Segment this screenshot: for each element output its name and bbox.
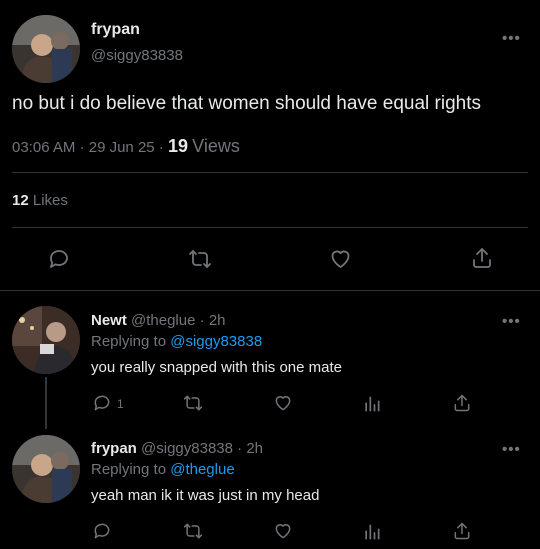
retweet-icon[interactable]: [188, 247, 212, 271]
replying-to: Replying to @theglue: [91, 461, 235, 478]
handle[interactable]: @siggy83838: [91, 47, 183, 64]
likes-stat[interactable]: 12 Likes: [12, 192, 68, 209]
separator: ·: [79, 139, 85, 156]
replying-to-label: Replying to: [91, 333, 167, 350]
views-icon[interactable]: [362, 394, 382, 414]
display-name[interactable]: frypan: [91, 21, 140, 39]
reply-icon[interactable]: [47, 247, 71, 271]
views-count: 19: [167, 136, 188, 156]
more-options-button[interactable]: •••: [502, 441, 521, 458]
retweet-icon[interactable]: [183, 393, 203, 413]
replying-to-label: Replying to: [91, 461, 167, 478]
separator: ·: [158, 139, 164, 156]
timestamp[interactable]: 2h: [209, 312, 226, 329]
divider: [12, 172, 528, 173]
avatar[interactable]: [12, 306, 80, 374]
reply-thread-line: [45, 377, 47, 429]
display-name[interactable]: frypan: [91, 440, 137, 457]
share-icon[interactable]: [470, 246, 494, 270]
tweet-time[interactable]: 03:06 AM: [12, 139, 75, 156]
handle[interactable]: @theglue: [131, 312, 195, 329]
tweet-date[interactable]: 29 Jun 25: [89, 139, 155, 156]
likes-label: Likes: [32, 192, 68, 209]
share-icon[interactable]: [452, 521, 472, 541]
likes-count: 12: [12, 192, 29, 209]
reply-header: frypan @siggy83838 · 2h: [91, 440, 263, 457]
display-name[interactable]: Newt: [91, 312, 127, 329]
views-label: Views: [192, 136, 240, 156]
tweet-meta: 03:06 AM · 29 Jun 25 · 19 Views: [12, 136, 240, 157]
divider: [12, 227, 528, 228]
separator: ·: [199, 312, 205, 329]
mention-link[interactable]: @theglue: [170, 461, 234, 478]
reply-text: yeah man ik it was just in my head: [91, 487, 320, 504]
replying-to: Replying to @siggy83838: [91, 333, 262, 350]
reply-header: Newt @theglue · 2h: [91, 312, 226, 329]
avatar[interactable]: [12, 435, 80, 503]
views-icon[interactable]: [362, 522, 382, 542]
avatar[interactable]: [12, 15, 80, 83]
reply-count: 1: [117, 397, 124, 411]
more-options-button[interactable]: •••: [502, 313, 521, 330]
heart-icon[interactable]: [273, 393, 293, 413]
mention-link[interactable]: @siggy83838: [170, 333, 262, 350]
retweet-icon[interactable]: [183, 521, 203, 541]
heart-icon[interactable]: [273, 521, 293, 541]
heart-icon[interactable]: [328, 247, 353, 271]
timestamp[interactable]: 2h: [246, 440, 263, 457]
separator: ·: [237, 440, 243, 457]
divider: [0, 290, 540, 291]
handle[interactable]: @siggy83838: [141, 440, 233, 457]
reply-icon[interactable]: [92, 521, 112, 541]
more-options-button[interactable]: •••: [502, 30, 521, 47]
reply-text: you really snapped with this one mate: [91, 359, 342, 376]
share-icon[interactable]: [452, 393, 472, 413]
tweet-text: no but i do believe that women should ha…: [12, 93, 481, 114]
reply-icon[interactable]: [92, 393, 112, 413]
